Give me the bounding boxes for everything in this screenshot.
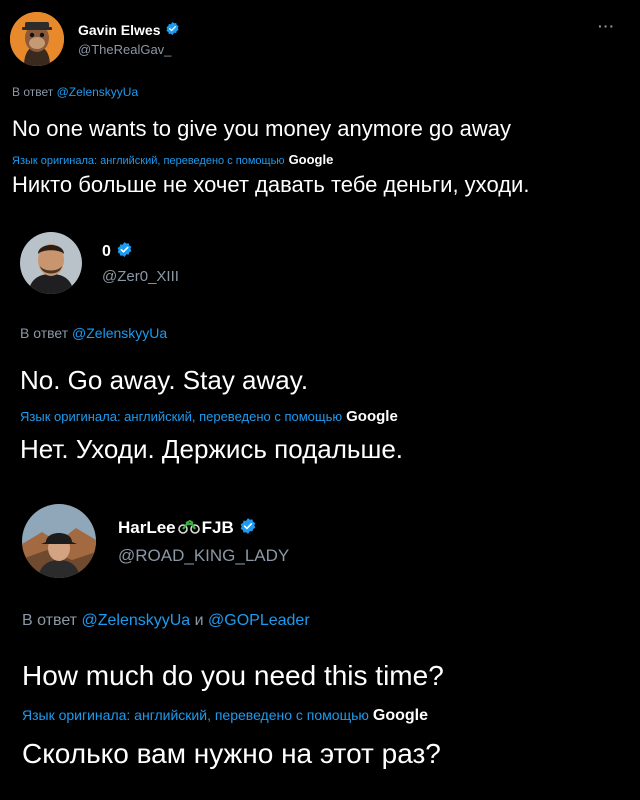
reply-and: и (194, 612, 204, 629)
verified-badge-icon (239, 517, 257, 540)
more-options-icon[interactable]: ··· (598, 18, 615, 34)
display-name[interactable]: 0 (102, 241, 179, 263)
profile-photo-icon (20, 232, 82, 294)
translation-note[interactable]: Язык оригинала: английский, переведено с… (22, 707, 428, 725)
translation-note-text: Язык оригинала: английский, переведено с… (20, 409, 343, 424)
translated-text: Сколько вам нужно на этот раз? (22, 738, 441, 769)
reply-context: В ответ @ZelenskyyUa (12, 85, 138, 99)
tweet-text: No. Go away. Stay away. (20, 365, 309, 395)
avatar[interactable] (10, 12, 64, 66)
reply-prefix: В ответ (22, 612, 78, 629)
display-name[interactable]: Gavin Elwes (78, 21, 180, 39)
translated-text: Нет. Уходи. Держись подальше. (20, 434, 404, 464)
translation-note-text: Язык оригинала: английский, переведено с… (12, 155, 285, 167)
tweet-1[interactable]: Gavin Elwes @TheRealGav_ ··· В ответ @Ze… (0, 0, 640, 220)
display-name[interactable]: HarLee FJB (118, 517, 289, 540)
tweet-text: How much do you need this time? (22, 660, 444, 691)
translated-text: Никто больше не хочет давать тебе деньги… (12, 172, 530, 197)
reply-to-link[interactable]: @ZelenskyyUa (81, 612, 190, 629)
user-handle[interactable]: @TheRealGav_ (78, 42, 180, 57)
verified-badge-icon (116, 241, 133, 263)
tweet-3[interactable]: HarLee FJB @ROAD_KING_LADY В ответ @Zele… (0, 500, 640, 800)
profile-photo-icon (22, 504, 96, 578)
reply-prefix: В ответ (12, 85, 54, 99)
google-logo: Google (372, 707, 428, 724)
user-handle[interactable]: @ROAD_KING_LADY (118, 546, 289, 566)
avatar[interactable] (22, 504, 96, 578)
translation-note[interactable]: Язык оригинала: английский, переведено с… (12, 152, 333, 167)
verified-badge-icon (165, 21, 180, 39)
tweet-2-header: 0 @Zer0_XIII (20, 232, 179, 294)
tweet-2[interactable]: 0 @Zer0_XIII В ответ @ZelenskyyUa No. Go… (0, 220, 640, 500)
user-handle[interactable]: @Zer0_XIII (102, 268, 179, 285)
translation-note[interactable]: Язык оригинала: английский, переведено с… (20, 408, 398, 425)
reply-context: В ответ @ZelenskyyUa (20, 325, 167, 341)
reply-to-link[interactable]: @ZelenskyyUa (57, 85, 139, 99)
display-name-text[interactable]: HarLee (118, 518, 176, 538)
tweet-text: No one wants to give you money anymore g… (12, 116, 511, 141)
reply-to-link[interactable]: @ZelenskyyUa (72, 325, 167, 341)
display-name-suffix[interactable]: FJB (202, 518, 234, 538)
avatar[interactable] (20, 232, 82, 294)
display-name-text[interactable]: Gavin Elwes (78, 22, 160, 38)
reply-context: В ответ @ZelenskyyUa и @GOPLeader (22, 612, 310, 630)
tweet-3-header: HarLee FJB @ROAD_KING_LADY (22, 504, 289, 578)
google-logo: Google (346, 408, 398, 425)
motorcycle-emoji-icon (177, 518, 200, 539)
reply-to-link-2[interactable]: @GOPLeader (208, 612, 310, 629)
reply-prefix: В ответ (20, 325, 69, 341)
display-name-text[interactable]: 0 (102, 243, 111, 261)
translation-note-text: Язык оригинала: английский, переведено с… (22, 707, 369, 723)
ape-avatar-icon (10, 12, 64, 66)
google-logo: Google (288, 152, 334, 167)
tweet-1-header: Gavin Elwes @TheRealGav_ (10, 12, 180, 66)
